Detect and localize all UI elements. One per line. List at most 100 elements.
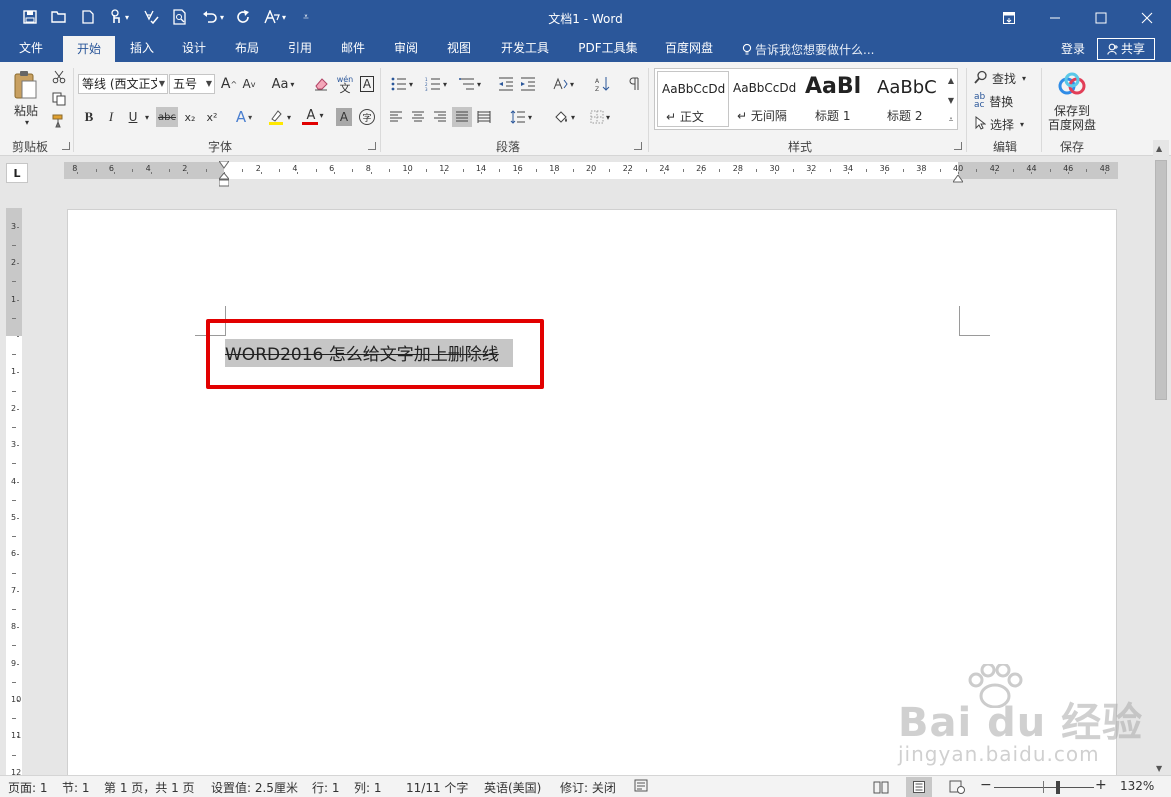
style-heading-2[interactable]: AaBbC 标题 2 <box>873 71 945 127</box>
status-track-changes[interactable]: 修订: 关闭 <box>560 779 616 796</box>
save-to-baidu-button[interactable]: 保存到 百度网盘 <box>1044 102 1100 134</box>
multilevel-list-icon[interactable]: ▾ <box>454 74 486 94</box>
borders-icon[interactable]: ▾ <box>584 107 616 127</box>
clear-formatting-icon[interactable] <box>310 74 332 94</box>
paste-button[interactable]: 粘贴 <box>8 102 44 118</box>
first-line-indent-marker[interactable] <box>218 158 230 169</box>
zoom-slider[interactable] <box>994 787 1094 788</box>
status-page[interactable]: 页面: 1 <box>8 779 48 796</box>
font-launcher-icon[interactable] <box>368 142 376 150</box>
status-column[interactable]: 列: 1 <box>354 779 382 796</box>
status-section[interactable]: 节: 1 <box>62 779 90 796</box>
change-case-button[interactable]: Aa ▾ <box>266 74 300 94</box>
chinese-layout-icon[interactable]: ▾ <box>548 74 578 94</box>
zoom-in-button[interactable]: + <box>1095 777 1107 793</box>
shading-icon[interactable]: ▾ <box>548 107 580 127</box>
read-mode-icon[interactable] <box>868 777 894 797</box>
underline-button[interactable]: U <box>124 107 142 127</box>
cut-icon[interactable] <box>50 68 68 86</box>
share-button[interactable]: 共享 <box>1097 38 1155 60</box>
gallery-scroll-down-icon[interactable]: ▼ <box>944 90 958 110</box>
decrease-indent-icon[interactable] <box>496 74 516 94</box>
vertical-scrollbar[interactable]: ▲ ▼ <box>1153 140 1169 775</box>
right-indent-marker[interactable] <box>952 172 964 183</box>
vertical-ruler[interactable]: 3 2 1 1 2 3 4 5 6 7 8 9 10 11 12 <box>6 208 22 777</box>
status-word-count[interactable]: 11/11 个字 <box>406 779 468 796</box>
tab-selector[interactable]: L <box>6 163 28 183</box>
tab-pdf-tools[interactable]: PDF工具集 <box>572 36 644 62</box>
line-spacing-icon[interactable]: ▾ <box>504 107 538 127</box>
sort-icon[interactable]: AZ <box>592 74 612 94</box>
tab-mailings[interactable]: 邮件 <box>331 36 375 62</box>
scroll-up-icon[interactable]: ▲ <box>1156 144 1162 153</box>
numbering-icon[interactable]: 1 2 3 ▾ <box>420 74 452 94</box>
gallery-more-icon[interactable]: ⩡ <box>944 110 958 130</box>
zoom-slider-thumb[interactable] <box>1056 781 1060 794</box>
gallery-scroll-up-icon[interactable]: ▲ <box>944 70 958 90</box>
justify-icon[interactable] <box>452 107 472 127</box>
left-indent-marker[interactable] <box>217 172 231 187</box>
format-painter-brush-icon[interactable] <box>50 112 68 130</box>
maximize-icon[interactable] <box>1078 0 1124 36</box>
status-line[interactable]: 行: 1 <box>312 779 340 796</box>
status-position[interactable]: 设置值: 2.5厘米 <box>211 779 298 796</box>
tab-references[interactable]: 引用 <box>278 36 322 62</box>
tab-design[interactable]: 设计 <box>172 36 216 62</box>
ribbon-display-icon[interactable] <box>986 0 1032 36</box>
find-button[interactable]: 查找 ▾ <box>974 68 1038 88</box>
shrink-font-button[interactable]: Av <box>240 74 258 94</box>
copy-icon[interactable] <box>50 90 68 108</box>
font-size-select[interactable]: 五号 ▼ <box>169 74 215 94</box>
style-normal[interactable]: AaBbCcDd ↵ 正文 <box>657 71 729 127</box>
bold-button[interactable]: B <box>80 107 98 127</box>
highlight-color-button[interactable]: ▾ <box>262 107 296 127</box>
tab-home[interactable]: 开始 <box>63 36 115 62</box>
italic-button[interactable]: I <box>102 107 120 127</box>
distributed-icon[interactable] <box>474 107 494 127</box>
zoom-level[interactable]: 132% <box>1120 779 1154 793</box>
replace-button[interactable]: ab ac 替换 <box>974 91 1038 111</box>
tab-file[interactable]: 文件 <box>8 36 54 62</box>
paste-icon[interactable] <box>10 68 42 102</box>
strikethrough-button[interactable]: abc <box>156 107 178 127</box>
increase-indent-icon[interactable] <box>518 74 538 94</box>
paragraph-launcher-icon[interactable] <box>634 142 642 150</box>
underline-dropdown-icon[interactable]: ▾ <box>142 107 152 127</box>
login-link[interactable]: 登录 <box>1061 40 1085 57</box>
scroll-down-icon[interactable]: ▼ <box>1156 764 1162 773</box>
tab-view[interactable]: 视图 <box>437 36 481 62</box>
enclose-characters-button[interactable]: 字 <box>357 107 377 127</box>
text-effects-button[interactable]: A ▾ <box>230 107 258 127</box>
align-center-icon[interactable] <box>408 107 428 127</box>
tab-review[interactable]: 审阅 <box>384 36 428 62</box>
select-button[interactable]: 选择 ▾ <box>974 114 1038 134</box>
superscript-button[interactable]: x² <box>203 107 221 127</box>
tab-developer[interactable]: 开发工具 <box>494 36 556 62</box>
style-heading-1[interactable]: AaBl 标题 1 <box>801 71 873 127</box>
phonetic-guide-button[interactable]: wén 文 <box>334 73 356 95</box>
style-no-spacing[interactable]: AaBbCcDd ↵ 无间隔 <box>729 71 801 127</box>
character-shading-button[interactable]: A <box>336 108 352 126</box>
tab-insert[interactable]: 插入 <box>120 36 164 62</box>
tell-me-search[interactable]: 告诉我您想要做什么... <box>742 41 874 59</box>
status-language[interactable]: 英语(美国) <box>484 779 541 796</box>
character-border-button[interactable]: A <box>358 74 376 94</box>
tab-baidu-netdisk[interactable]: 百度网盘 <box>658 36 720 62</box>
scrollbar-thumb[interactable] <box>1155 160 1167 400</box>
zoom-out-button[interactable]: − <box>980 777 992 793</box>
grow-font-button[interactable]: A ^ <box>220 74 238 94</box>
align-right-icon[interactable] <box>430 107 450 127</box>
clipboard-launcher-icon[interactable] <box>62 142 70 150</box>
tab-layout[interactable]: 布局 <box>225 36 269 62</box>
status-page-count[interactable]: 第 1 页，共 1 页 <box>104 779 195 796</box>
show-marks-icon[interactable] <box>624 74 644 94</box>
web-layout-icon[interactable] <box>944 777 970 797</box>
print-layout-icon[interactable] <box>906 777 932 797</box>
align-left-icon[interactable] <box>386 107 406 127</box>
minimize-icon[interactable] <box>1032 0 1078 36</box>
styles-launcher-icon[interactable] <box>954 142 962 150</box>
macro-recording-icon[interactable] <box>634 779 648 795</box>
baidu-cloud-icon[interactable] <box>1056 70 1088 100</box>
paste-dropdown-icon[interactable]: ▾ <box>20 117 34 127</box>
close-icon[interactable] <box>1124 0 1170 36</box>
